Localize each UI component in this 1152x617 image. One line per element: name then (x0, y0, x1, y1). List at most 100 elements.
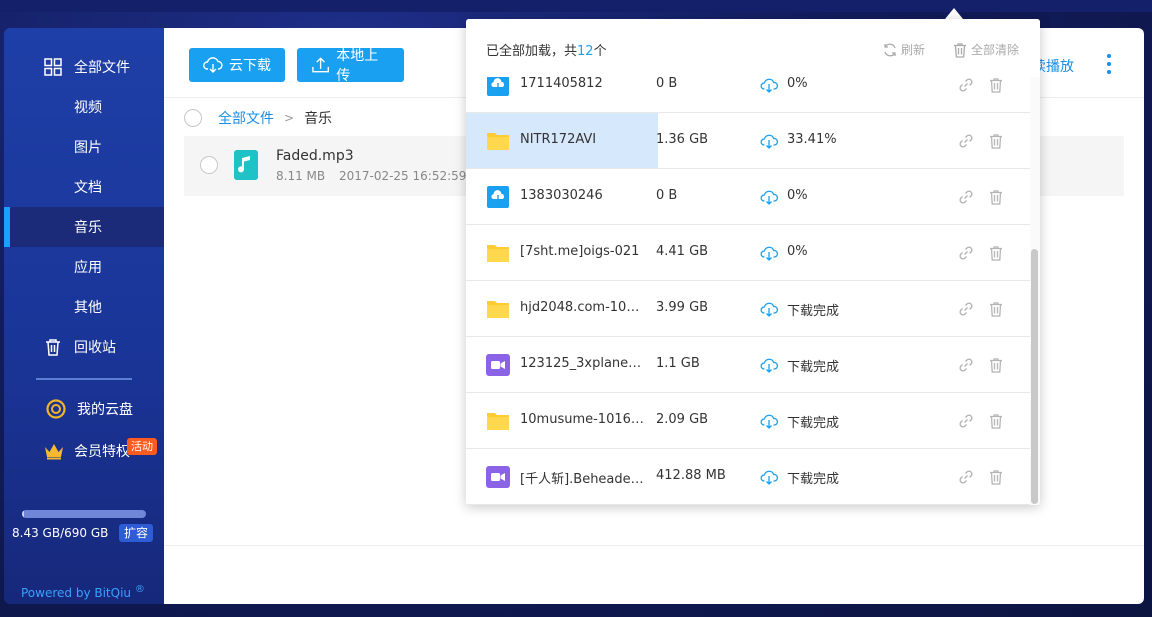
download-row[interactable]: [7sht.me]oigs-021 4.41 GB 0% (466, 225, 1030, 281)
download-name: 1383030246 (520, 188, 603, 203)
trash-icon (954, 42, 966, 58)
top-band (0, 0, 1152, 12)
download-name: [7sht.me]oigs-021 (520, 244, 640, 259)
download-status: 0% (787, 188, 808, 203)
file-name[interactable]: Faded.mp3 (276, 148, 354, 164)
more-options-icon[interactable] (1106, 54, 1112, 76)
folder-icon (486, 298, 510, 320)
upload-icon (312, 57, 329, 73)
cloud-download-icon (760, 133, 779, 149)
select-all-checkbox[interactable] (184, 109, 202, 127)
sidebar-item-video[interactable]: 视频 (4, 87, 164, 127)
sidebar-item-apps[interactable]: 应用 (4, 247, 164, 287)
delete-icon[interactable] (989, 357, 1003, 373)
cloud-download-icon (760, 77, 779, 93)
download-status: 下载完成 (787, 416, 840, 431)
cloud-disk-icon (46, 399, 66, 419)
clear-all-button[interactable]: 全部清除 (952, 41, 1019, 58)
download-row[interactable]: 1383030246 0 B 0% (466, 169, 1030, 225)
video-icon (486, 354, 510, 376)
crown-icon (45, 444, 63, 460)
cloud-download-icon (760, 189, 779, 205)
sidebar-item-music[interactable]: 音乐 (4, 207, 164, 247)
breadcrumb-current: 音乐 (304, 111, 333, 127)
file-select-checkbox[interactable] (200, 156, 218, 174)
delete-icon[interactable] (989, 189, 1003, 205)
download-status: 0% (787, 244, 808, 259)
clear-all-label: 全部清除 (971, 43, 1020, 57)
storage-usage-text: 8.43 GB/690 GB (12, 526, 109, 540)
breadcrumb-root-link[interactable]: 全部文件 (218, 108, 274, 128)
registered-mark: ® (134, 584, 145, 595)
delete-icon[interactable] (989, 245, 1003, 261)
sidebar-item-label: 音乐 (74, 220, 102, 236)
trash-icon (46, 339, 60, 356)
folder-icon (486, 242, 510, 264)
sidebar-item-images[interactable]: 图片 (4, 127, 164, 167)
download-row[interactable]: hjd2048.com-102… 3.99 GB 下载完成 (466, 281, 1030, 337)
link-icon[interactable] (958, 301, 974, 317)
folder-icon (486, 410, 510, 432)
link-icon[interactable] (958, 77, 974, 93)
download-size: 2.09 GB (656, 412, 709, 427)
cloud-file-icon (486, 74, 510, 96)
sidebar-item-all-files[interactable]: 全部文件 (4, 47, 164, 87)
cloud-download-button[interactable]: 云下载 (189, 48, 285, 82)
sidebar: 全部文件 视频 图片 文档 音乐 应用 其他 回收站 我的云盘 会员特权 活动 … (4, 28, 164, 604)
download-size: 0 B (656, 188, 678, 203)
cloud-download-icon (203, 57, 223, 73)
breadcrumb-separator: > (284, 111, 295, 125)
sidebar-item-label: 其他 (74, 300, 102, 316)
sidebar-item-label: 全部文件 (74, 60, 130, 76)
file-date: 2017-02-25 16:52:59 (338, 169, 467, 183)
delete-icon[interactable] (989, 133, 1003, 149)
local-upload-button[interactable]: 本地上传 (297, 48, 404, 84)
download-size: 4.41 GB (656, 244, 709, 259)
download-row[interactable]: 123125_3xplanet… 1.1 GB 下载完成 (466, 337, 1030, 393)
link-icon[interactable] (958, 357, 974, 373)
download-size: 1.1 GB (656, 356, 700, 371)
sidebar-item-label: 应用 (74, 260, 102, 276)
sidebar-item-label: 图片 (74, 140, 102, 156)
sidebar-item-other[interactable]: 其他 (4, 287, 164, 327)
panel-caret (945, 8, 963, 19)
link-icon[interactable] (958, 413, 974, 429)
panel-title-suffix: 个 (593, 44, 607, 59)
delete-icon[interactable] (989, 301, 1003, 317)
download-name: 123125_3xplanet… (520, 356, 644, 371)
delete-icon[interactable] (989, 469, 1003, 485)
download-name: hjd2048.com-102… (520, 300, 644, 315)
sidebar-item-recycle-bin[interactable]: 回收站 (4, 327, 164, 367)
refresh-button[interactable]: 刷新 (882, 41, 925, 58)
delete-icon[interactable] (989, 413, 1003, 429)
download-status: 下载完成 (787, 360, 840, 375)
download-name: NITR172AVI (520, 132, 597, 147)
sidebar-item-documents[interactable]: 文档 (4, 167, 164, 207)
download-size: 3.99 GB (656, 300, 709, 315)
download-row[interactable]: [千人斩].Beheaded… 412.88 MB 下载完成 (466, 449, 1030, 505)
link-icon[interactable] (958, 245, 974, 261)
storage-bar (22, 510, 146, 518)
powered-by-text: Powered by BitQiu (21, 586, 132, 600)
scrollbar-thumb[interactable] (1031, 249, 1038, 504)
download-row[interactable]: 10musume-1016… 2.09 GB 下载完成 (466, 393, 1030, 449)
link-icon[interactable] (958, 133, 974, 149)
download-count: 12 (577, 44, 594, 59)
download-panel-header: 已全部加载，共12个 刷新 全部清除 (466, 19, 1040, 77)
sidebar-item-my-cloud[interactable]: 我的云盘 (4, 389, 164, 429)
delete-icon[interactable] (989, 77, 1003, 93)
download-name: 10musume-1016… (520, 412, 644, 427)
expand-storage-button[interactable]: 扩容 (119, 524, 154, 542)
sidebar-item-label: 会员特权 (74, 444, 130, 460)
download-status: 0% (787, 76, 808, 91)
cloud-download-icon (760, 413, 779, 429)
download-name: [千人斩].Beheaded… (520, 472, 644, 487)
panel-title-prefix: 已全部加载，共 (486, 44, 578, 59)
download-status: 下载完成 (787, 304, 840, 319)
powered-by[interactable]: Powered by BitQiu ® (21, 584, 145, 600)
download-row[interactable]: NITR172AVI 1.36 GB 33.41% (466, 113, 1030, 169)
cloud-file-icon (486, 186, 510, 208)
link-icon[interactable] (958, 189, 974, 205)
link-icon[interactable] (958, 469, 974, 485)
grid-icon (44, 58, 62, 76)
